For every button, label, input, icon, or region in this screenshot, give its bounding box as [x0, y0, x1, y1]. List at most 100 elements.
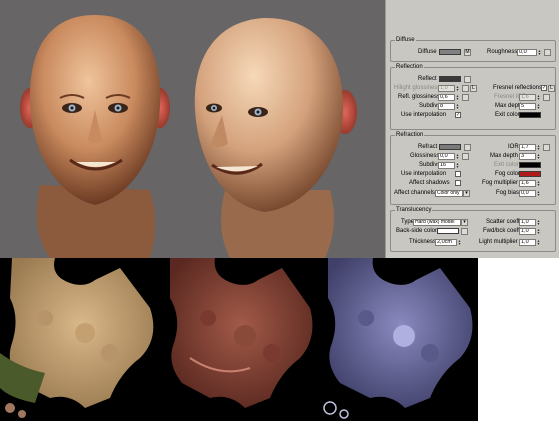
fresnel-reflections-label: Fresnel reflections	[493, 85, 543, 91]
back-side-color-map-button[interactable]	[461, 227, 468, 235]
affect-shadows-checkbox[interactable]	[455, 180, 461, 186]
fog-bias-spinner[interactable]: ▴ ▾	[537, 189, 540, 197]
refraction-subdivs-input[interactable]: 16	[438, 161, 455, 169]
translucency-type-dropdown-arrow[interactable]: ▾	[461, 218, 468, 226]
refraction-exit-color-swatch[interactable]	[519, 162, 541, 168]
back-side-color-swatch[interactable]	[437, 228, 459, 234]
reflection-group-title: Reflection	[395, 64, 424, 71]
refraction-exit-color-label: Exit color	[494, 162, 519, 168]
refraction-group-title: Refraction	[395, 132, 425, 139]
ior-label: IOR	[508, 144, 519, 150]
affect-channels-label: Affect channels	[394, 190, 435, 196]
hilight-lock-button[interactable]: L	[470, 84, 477, 92]
refraction-glossiness-label: Glossiness	[410, 153, 440, 159]
refraction-glossiness-input[interactable]: 0,0	[438, 152, 455, 160]
diffuse-label: Diffuse	[418, 49, 437, 55]
render-viewport	[0, 0, 385, 258]
fwd-bck-coeff-spinner[interactable]: ▴ ▾	[537, 227, 540, 235]
hilight-glossiness-input[interactable]: 1,0	[438, 84, 455, 92]
refraction-max-depth-spinner[interactable]: ▴ ▾	[537, 152, 540, 160]
fresnel-ior-spinner[interactable]: ▴ ▾	[537, 93, 540, 101]
specular-texture-map	[318, 258, 478, 421]
light-multiplier-spinner[interactable]: ▴ ▾	[537, 238, 540, 246]
head-render-front	[20, 15, 170, 258]
ior-input[interactable]: 1,7	[519, 143, 536, 151]
refraction-max-depth-input[interactable]: 3	[519, 152, 536, 160]
subsurface-texture-map	[160, 258, 318, 421]
scatter-coeff-input[interactable]: 1,0	[519, 218, 536, 226]
refl-glossiness-label: Refl. glossiness	[398, 94, 441, 100]
thickness-spinner[interactable]: ▴ ▾	[458, 238, 461, 246]
texture-maps-strip	[0, 258, 559, 421]
material-settings-panel: Diffuse Diffuse M Roughness 0,0 ▴ ▾ Refle…	[385, 0, 559, 258]
fog-color-label: Fog color	[495, 171, 521, 177]
diffuse-color-swatch[interactable]	[439, 49, 461, 55]
refract-map-button[interactable]	[464, 143, 471, 151]
translucency-type-dropdown[interactable]: Hard (wax) model	[413, 218, 461, 226]
roughness-spinner[interactable]: ▴ ▾	[538, 48, 541, 56]
refraction-max-depth-label: Max depth	[490, 153, 519, 159]
reflect-map-button[interactable]	[464, 75, 471, 83]
hilight-map-button[interactable]	[462, 84, 469, 92]
translucency-group: Translucency Type Hard (wax) model ▾ Bac…	[390, 207, 556, 252]
fog-multiplier-label: Fog multiplier	[482, 180, 519, 186]
fresnel-lock-button[interactable]: L	[548, 84, 555, 92]
affect-channels-dropdown-arrow[interactable]: ▾	[463, 189, 470, 197]
affect-channels-dropdown[interactable]: Color only	[435, 189, 463, 197]
fwd-bck-coeff-input[interactable]: 1,0	[519, 227, 536, 235]
thickness-input[interactable]: 2,0cm	[435, 238, 457, 246]
roughness-label: Roughness	[487, 49, 518, 55]
fwd-bck-coeff-label: Fwd/bck coeff	[483, 228, 520, 234]
affect-shadows-label: Affect shadows	[409, 180, 450, 186]
refraction-group: Refraction Refract Glossiness 0,0 ▴ ▾ Sub…	[390, 132, 556, 205]
reflection-subdivs-input[interactable]: 8	[438, 102, 455, 110]
diffuse-texture-map	[0, 258, 160, 421]
refl-glossiness-map-button[interactable]	[462, 93, 469, 101]
reflection-exit-color-label: Exit color	[495, 112, 520, 118]
translucency-group-title: Translucency	[395, 207, 433, 214]
render-image	[20, 15, 357, 258]
light-multiplier-input[interactable]: 1,0	[519, 238, 536, 246]
fog-bias-label: Fog bias	[496, 190, 520, 196]
reflection-subdivs-spinner[interactable]: ▴ ▾	[456, 102, 459, 110]
head-render-three-quarter	[194, 18, 357, 258]
reflect-label: Reflect	[418, 76, 437, 82]
refract-color-swatch[interactable]	[439, 144, 461, 150]
hilight-glossiness-label: Hilight glossiness	[394, 85, 441, 91]
reflection-use-interpolation-checkbox[interactable]: ✓	[455, 112, 461, 118]
fog-color-swatch[interactable]	[519, 171, 541, 177]
fresnel-ior-input[interactable]: 1,6	[519, 93, 536, 101]
diffuse-group-title: Diffuse	[395, 37, 416, 44]
refraction-use-interpolation-label: Use interpolation	[401, 171, 447, 177]
refl-glossiness-spinner[interactable]: ▴ ▾	[456, 93, 459, 101]
hilight-glossiness-spinner[interactable]: ▴ ▾	[456, 84, 459, 92]
diffuse-map-button[interactable]: M	[464, 48, 471, 56]
reflection-use-interpolation-label: Use interpolation	[401, 112, 447, 118]
refraction-use-interpolation-checkbox[interactable]	[455, 171, 461, 177]
scatter-coeff-label: Scatter coeff	[486, 219, 520, 225]
fresnel-reflections-checkbox[interactable]: ✓	[541, 85, 547, 91]
ior-map-button[interactable]	[543, 143, 550, 151]
light-multiplier-label: Light multiplier	[479, 239, 518, 245]
thickness-label: Thickness	[409, 239, 437, 245]
fog-multiplier-input[interactable]: 1,6	[519, 179, 536, 187]
refract-label: Refract	[418, 144, 438, 150]
fog-bias-input[interactable]: 0,0	[519, 189, 536, 197]
scatter-coeff-spinner[interactable]: ▴ ▾	[537, 218, 540, 226]
reflection-max-depth-input[interactable]: 5	[519, 102, 536, 110]
back-side-color-label: Back-side color	[396, 228, 438, 234]
roughness-input[interactable]: 0,0	[517, 48, 537, 56]
fresnel-ior-map-button[interactable]	[543, 93, 550, 101]
roughness-map-button[interactable]	[544, 48, 551, 56]
reflection-exit-color-swatch[interactable]	[519, 112, 541, 118]
reflection-max-depth-spinner[interactable]: ▴ ▾	[537, 102, 540, 110]
ior-spinner[interactable]: ▴ ▾	[537, 143, 540, 151]
refl-glossiness-input[interactable]: 0,6	[438, 93, 455, 101]
reflect-color-swatch[interactable]	[439, 76, 461, 82]
refraction-glossiness-map-button[interactable]	[462, 152, 469, 160]
refraction-glossiness-spinner[interactable]: ▴ ▾	[456, 152, 459, 160]
fog-multiplier-spinner[interactable]: ▴ ▾	[537, 179, 540, 187]
reflection-group: Reflection Reflect Hilight glossiness 1,…	[390, 64, 556, 130]
refraction-subdivs-spinner[interactable]: ▴ ▾	[456, 161, 459, 169]
diffuse-group: Diffuse Diffuse M Roughness 0,0 ▴ ▾	[390, 37, 556, 62]
